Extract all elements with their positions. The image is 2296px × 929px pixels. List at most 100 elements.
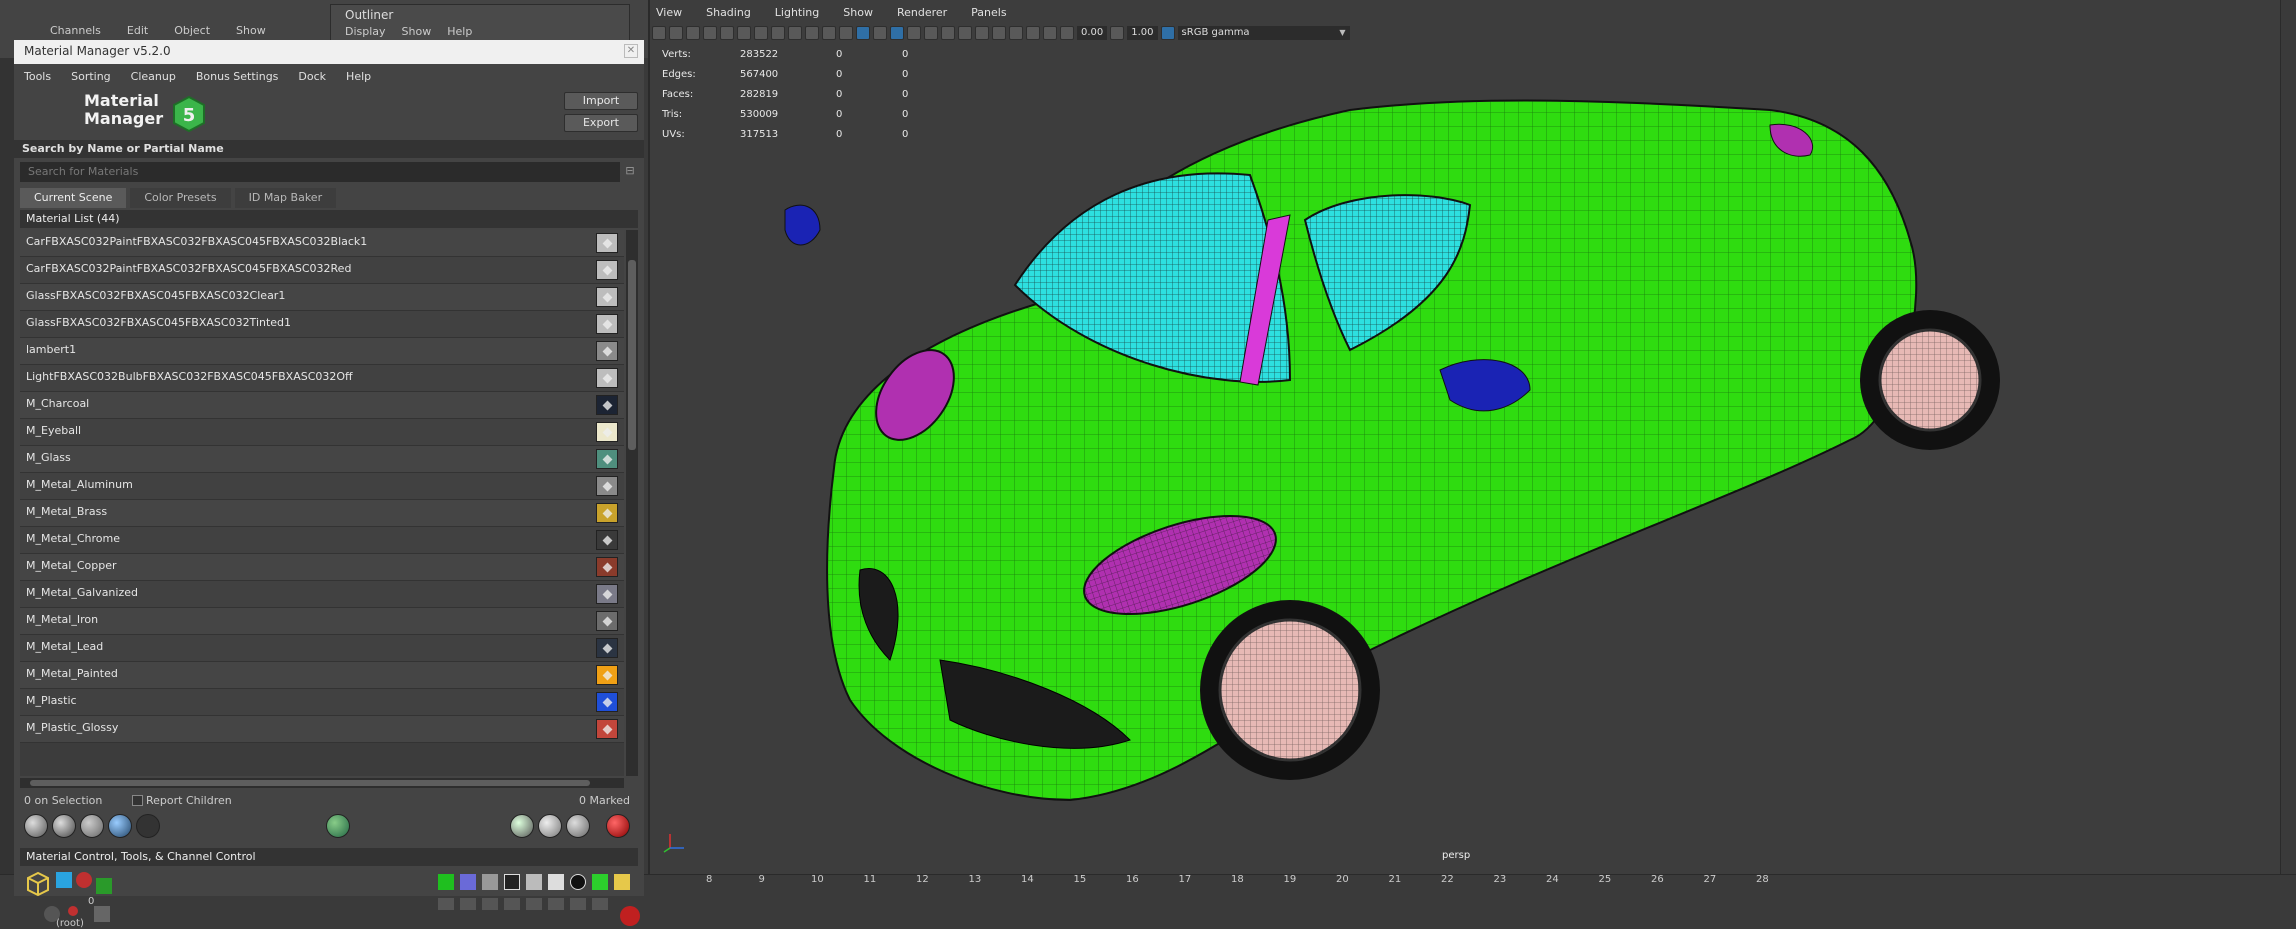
material-swatch-icon[interactable]: [596, 692, 618, 712]
mm-menu-cleanup[interactable]: Cleanup: [131, 70, 176, 83]
material-swatch-icon[interactable]: [596, 449, 618, 469]
shadows-icon[interactable]: [924, 26, 938, 40]
material-row[interactable]: M_Metal_Aluminum: [20, 473, 624, 500]
lock-icon[interactable]: [504, 898, 520, 910]
camera-attributes-icon[interactable]: [669, 26, 683, 40]
exposure-icon[interactable]: [1060, 26, 1074, 40]
lock-icon[interactable]: [548, 898, 564, 910]
white-cube-icon[interactable]: [548, 874, 564, 890]
lock-icon[interactable]: [460, 898, 476, 910]
window-titlebar[interactable]: Material Manager v5.2.0 ✕: [14, 40, 644, 64]
light-cube-icon[interactable]: [526, 874, 542, 890]
grey-cube-icon[interactable]: [482, 874, 498, 890]
material-row[interactable]: M_Charcoal: [20, 392, 624, 419]
material-row[interactable]: GlassFBXASC032FBXASC045FBXASC032Clear1: [20, 284, 624, 311]
material-swatch-icon[interactable]: [596, 233, 618, 253]
resolution-gate-icon[interactable]: [754, 26, 768, 40]
mm-menu-bonus-settings[interactable]: Bonus Settings: [196, 70, 279, 83]
green-tree-icon[interactable]: [96, 878, 112, 894]
gamma-field[interactable]: 1.00: [1127, 26, 1158, 40]
color-space-select[interactable]: sRGB gamma: [1177, 26, 1350, 40]
bookmark-icon[interactable]: [686, 26, 700, 40]
isolate-select-icon[interactable]: [941, 26, 955, 40]
vp-menu-renderer[interactable]: Renderer: [897, 6, 947, 24]
lock-icon[interactable]: [570, 898, 586, 910]
select-objects-icon[interactable]: [538, 814, 562, 838]
black-sphere-icon[interactable]: [570, 874, 586, 890]
menu-show[interactable]: Show: [236, 24, 266, 40]
exposure-field[interactable]: 0.00: [1077, 26, 1108, 40]
material-swatch-icon[interactable]: [596, 395, 618, 415]
xray-icon[interactable]: [958, 26, 972, 40]
edit-material-icon[interactable]: [566, 814, 590, 838]
material-swatch-icon[interactable]: [596, 665, 618, 685]
material-row[interactable]: M_Metal_Copper: [20, 554, 624, 581]
shader-ball-arnold-icon[interactable]: [108, 814, 132, 838]
uv-cube-icon[interactable]: [592, 874, 608, 890]
mm-menu-sorting[interactable]: Sorting: [71, 70, 111, 83]
material-swatch-icon[interactable]: [596, 476, 618, 496]
material-swatch-icon[interactable]: [596, 341, 618, 361]
material-row[interactable]: M_Plastic_Glossy: [20, 716, 624, 743]
material-row[interactable]: CarFBXASC032PaintFBXASC032FBXASC045FBXAS…: [20, 257, 624, 284]
vp-menu-show[interactable]: Show: [843, 6, 873, 24]
smooth-shade-icon[interactable]: [856, 26, 870, 40]
material-swatch-icon[interactable]: [596, 557, 618, 577]
import-button[interactable]: Import: [564, 92, 638, 110]
grid-icon[interactable]: [720, 26, 734, 40]
gamma-icon[interactable]: [1110, 26, 1125, 40]
menu-edit[interactable]: Edit: [127, 24, 148, 40]
mm-menu-tools[interactable]: Tools: [24, 70, 51, 83]
material-swatch-icon[interactable]: [596, 314, 618, 334]
vp-menu-shading[interactable]: Shading: [706, 6, 751, 24]
field-chart-icon[interactable]: [788, 26, 802, 40]
search-options-icon[interactable]: ⊟: [622, 162, 638, 182]
antialiasing-icon[interactable]: [1026, 26, 1040, 40]
material-swatch-icon[interactable]: [596, 503, 618, 523]
material-swatch-icon[interactable]: [596, 584, 618, 604]
hierarchy-icon[interactable]: [56, 872, 72, 888]
material-swatch-icon[interactable]: [596, 422, 618, 442]
report-children-checkbox[interactable]: [132, 795, 143, 806]
mm-menu-dock[interactable]: Dock: [298, 70, 326, 83]
wireframe-on-shaded-icon[interactable]: [890, 26, 904, 40]
material-swatch-icon[interactable]: [596, 287, 618, 307]
image-plane-icon[interactable]: [703, 26, 717, 40]
shader-ball-blinn-icon[interactable]: [52, 814, 76, 838]
material-row[interactable]: M_Eyeball: [20, 419, 624, 446]
vp-menu-view[interactable]: View: [656, 6, 682, 24]
network-icon[interactable]: [94, 906, 110, 922]
scroll-thumb[interactable]: [30, 780, 590, 786]
export-button[interactable]: Export: [564, 114, 638, 132]
outliner-menu-help[interactable]: Help: [447, 25, 472, 38]
refresh-icon[interactable]: [326, 814, 350, 838]
outliner-menu-display[interactable]: Display: [345, 25, 386, 38]
lock-icon[interactable]: [592, 898, 608, 910]
cube-wireframe-icon[interactable]: [24, 870, 52, 898]
wireframe-icon[interactable]: [839, 26, 853, 40]
material-row[interactable]: CarFBXASC032PaintFBXASC032FBXASC045FBXAS…: [20, 230, 624, 257]
material-swatch-icon[interactable]: [596, 719, 618, 739]
material-row[interactable]: M_Metal_Brass: [20, 500, 624, 527]
lock-icon[interactable]: [438, 898, 454, 910]
shader-ball-phong-icon[interactable]: [80, 814, 104, 838]
color-management-icon[interactable]: [1160, 26, 1175, 40]
textured-icon[interactable]: [873, 26, 887, 40]
safe-title-icon[interactable]: [822, 26, 836, 40]
select-camera-icon[interactable]: [652, 26, 666, 40]
outliner-menu-show[interactable]: Show: [402, 25, 432, 38]
material-row[interactable]: M_Metal_Iron: [20, 608, 624, 635]
material-row[interactable]: M_Metal_Lead: [20, 635, 624, 662]
material-row[interactable]: M_Glass: [20, 446, 624, 473]
folder-icon[interactable]: [614, 874, 630, 890]
list-horizontal-scrollbar[interactable]: [20, 778, 624, 788]
material-row[interactable]: LightFBXASC032BulbFBXASC032FBXASC045FBXA…: [20, 365, 624, 392]
backface-culling-icon[interactable]: [992, 26, 1006, 40]
menu-channels[interactable]: Channels: [50, 24, 101, 40]
menu-object[interactable]: Object: [174, 24, 210, 40]
lock-icon[interactable]: [482, 898, 498, 910]
material-row[interactable]: M_Metal_Chrome: [20, 527, 624, 554]
material-swatch-icon[interactable]: [596, 638, 618, 658]
lock-icon[interactable]: [526, 898, 542, 910]
blue-cube-icon[interactable]: [460, 874, 476, 890]
